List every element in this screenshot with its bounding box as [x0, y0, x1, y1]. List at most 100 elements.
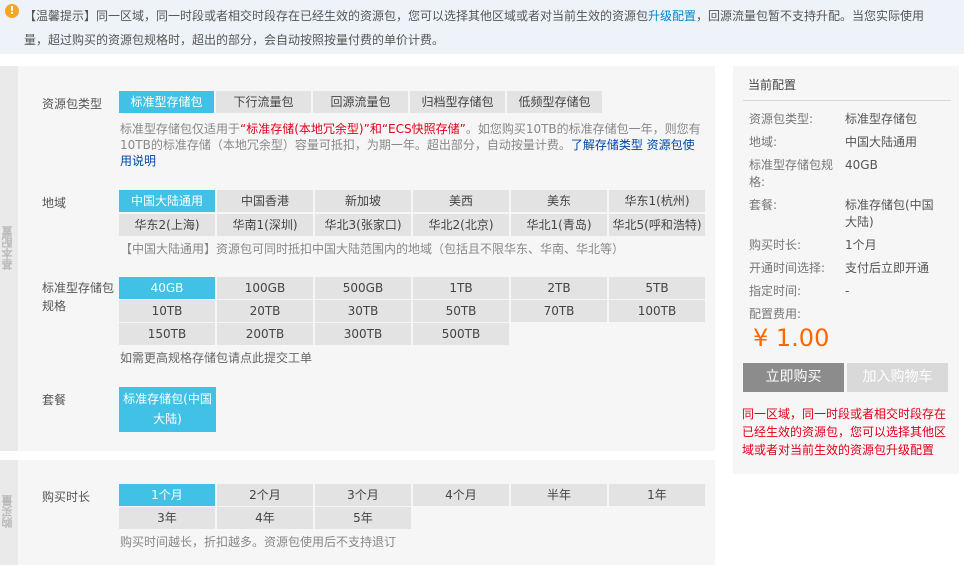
package-type-option[interactable]: 回源流量包	[313, 91, 408, 113]
duration-option[interactable]: 3年	[119, 507, 215, 529]
notice-text-suffix: ，回源流量包暂不支持升配。当您实际使用	[696, 9, 925, 23]
config-key-line: 开通时间选择:	[749, 261, 826, 275]
package-option-line-1: 标准存储包(中国	[123, 392, 212, 406]
upgrade-config-link[interactable]: 升级配置	[648, 9, 696, 23]
spec-option[interactable]: 200TB	[217, 323, 313, 345]
region-option[interactable]: 华北2(北京)	[413, 214, 509, 236]
duration-option[interactable]: 1个月	[119, 484, 215, 506]
spec-option[interactable]: 2TB	[511, 277, 607, 299]
spec-option[interactable]: 30TB	[315, 300, 411, 322]
region-option[interactable]: 美东	[511, 190, 607, 212]
config-row-key: 开通时间选择:	[749, 260, 825, 277]
config-row-key: 配置费用:	[749, 306, 801, 323]
config-key-line: 指定时间:	[749, 284, 802, 298]
spec-option[interactable]: 70TB	[511, 300, 607, 322]
duration-option[interactable]: 4年	[217, 507, 313, 529]
spec-label-line-2: 规格	[42, 299, 67, 313]
price-value: ¥ 1.00	[753, 324, 830, 352]
config-key-line: 购买时长:	[749, 238, 802, 252]
notice-line-1: 【温馨提示】同一区域，同一时段或者相交时段存在已经生效的资源包，您可以选择其他区…	[24, 7, 924, 24]
package-type-option[interactable]: 标准型存储包	[119, 91, 214, 113]
region-conflict-warning: 同一区域，同一时段或者相交时段存在已经生效的资源包，您可以选择其他区域或者对当前…	[742, 407, 947, 457]
spec-option[interactable]: 20TB	[217, 300, 313, 322]
desc-highlight: “标准存储(本地冗余型)”和“ECS快照存储”	[240, 122, 466, 136]
panel-title: 当前配置	[748, 78, 797, 92]
duration-option[interactable]: 2个月	[217, 484, 313, 506]
duration-option[interactable]: 5年	[315, 507, 411, 529]
spec-option[interactable]: 5TB	[609, 277, 705, 299]
config-key-line: 配置费用:	[749, 307, 802, 321]
spec-label-line-1: 标准型存储包	[42, 281, 115, 295]
duration-option[interactable]: 3个月	[315, 484, 411, 506]
duration-option[interactable]: 1年	[609, 484, 705, 506]
spec-ticket-link[interactable]: 如需更高规格存储包请点此提交工单	[120, 350, 312, 366]
add-to-cart-button[interactable]: 加入购物车	[847, 363, 948, 392]
package-type-label: 资源包类型	[42, 97, 103, 111]
config-row-value: 中国大陆通用	[845, 134, 917, 151]
config-key-line: 资源包类型:	[749, 112, 814, 126]
region-option[interactable]: 中国大陆通用	[119, 190, 215, 212]
basic-config-side-label: 基本配置	[1, 226, 14, 270]
config-row-key: 标准型存储包规 格:	[749, 157, 833, 191]
config-value-line: 40GB	[845, 158, 878, 172]
region-label: 地域	[42, 196, 67, 210]
config-value-line: 支付后立即开通	[845, 261, 930, 275]
basic-config-section: 基本配置 资源包类型 标准型存储包 下行流量包 回源流量包 归档型存储包 低频型存储包 …	[0, 66, 715, 451]
region-option[interactable]: 华东1(杭州)	[609, 190, 705, 212]
config-value-line: 大陆)	[845, 215, 874, 229]
info-icon: !	[5, 4, 19, 18]
spec-option[interactable]: 50TB	[413, 300, 509, 322]
package-option-mainland[interactable]: 标准存储包(中国 大陆)	[119, 387, 216, 432]
duration-option[interactable]: 4个月	[413, 484, 509, 506]
config-key-line: 格:	[749, 175, 766, 189]
spec-option[interactable]: 500GB	[315, 277, 411, 299]
package-label: 套餐	[42, 393, 67, 407]
config-key-line: 套餐:	[749, 198, 778, 212]
spec-option[interactable]: 150TB	[119, 323, 215, 345]
spec-option[interactable]: 40GB	[119, 277, 215, 299]
region-option[interactable]: 华北1(青岛)	[511, 214, 607, 236]
config-key-line: 地域:	[749, 135, 778, 149]
region-option[interactable]: 新加坡	[315, 190, 411, 212]
duration-description: 购买时间越长，折扣越多。资源包使用后不支持退订	[120, 535, 397, 549]
package-option-line-2: 大陆)	[153, 412, 182, 426]
purchase-section: 购买量 购买时长 1个月 2个月 3个月 4个月 半年 1年 3年 4年 5年 购买时间越长，折…	[0, 460, 715, 565]
region-option[interactable]: 华北5(呼和浩特)	[609, 214, 705, 236]
spec-option[interactable]: 100GB	[217, 277, 313, 299]
config-value-line: 标准型存储包	[845, 112, 918, 126]
config-row-value: 标准型存储包	[845, 111, 917, 128]
notice-text: 【温馨提示】同一区域，同一时段或者相交时段存在已经生效的资源包，您可以选择其他区…	[24, 9, 649, 23]
spec-option[interactable]: 1TB	[413, 277, 509, 299]
package-type-option[interactable]: 低频型存储包	[507, 91, 602, 113]
spec-option[interactable]: 300TB	[315, 323, 411, 345]
spec-option[interactable]: 10TB	[119, 300, 215, 322]
config-value-line: 中国大陆通用	[845, 135, 918, 149]
config-value-line: 标准存储包(中国	[845, 198, 934, 212]
notice-line-2: 量，超过购买的资源包规格时，超出的部分，会自动按照按量付费的单价计费。	[24, 33, 445, 47]
buy-now-button[interactable]: 立即购买	[743, 363, 844, 392]
duration-label: 购买时长	[42, 490, 91, 504]
spec-option[interactable]: 500TB	[413, 323, 509, 345]
panel-divider	[743, 100, 951, 101]
package-type-option[interactable]: 归档型存储包	[410, 91, 505, 113]
region-option[interactable]: 华东2(上海)	[119, 214, 215, 236]
desc-text: 标准型存储包仅适用于	[120, 122, 241, 136]
notice-bar: ! 【温馨提示】同一区域，同一时段或者相交时段存在已经生效的资源包，您可以选择其…	[0, 0, 964, 54]
config-row-key: 套餐:	[749, 197, 777, 214]
config-value-line: -	[845, 284, 850, 298]
region-option[interactable]: 华北3(张家口)	[315, 214, 411, 236]
duration-option[interactable]: 半年	[511, 484, 607, 506]
config-key-line: 标准型存储包规	[749, 158, 834, 172]
region-option[interactable]: 华南1(深圳)	[217, 214, 313, 236]
spec-option[interactable]: 100TB	[609, 300, 705, 322]
config-row-value: -	[845, 283, 849, 300]
region-option[interactable]: 中国香港	[217, 190, 313, 212]
purchase-side-label: 购买量	[1, 495, 14, 528]
config-row-key: 购买时长:	[749, 237, 801, 254]
region-option[interactable]: 美西	[413, 190, 509, 212]
config-row-value: 40GB	[845, 157, 878, 174]
package-type-option[interactable]: 下行流量包	[216, 91, 311, 113]
package-type-description: 标准型存储包仅适用于“标准存储(本地冗余型)”和“ECS快照存储”。如您购买10…	[120, 121, 706, 169]
config-row-value: 支付后立即开通	[845, 260, 929, 277]
config-row-value: 1个月	[845, 237, 877, 254]
